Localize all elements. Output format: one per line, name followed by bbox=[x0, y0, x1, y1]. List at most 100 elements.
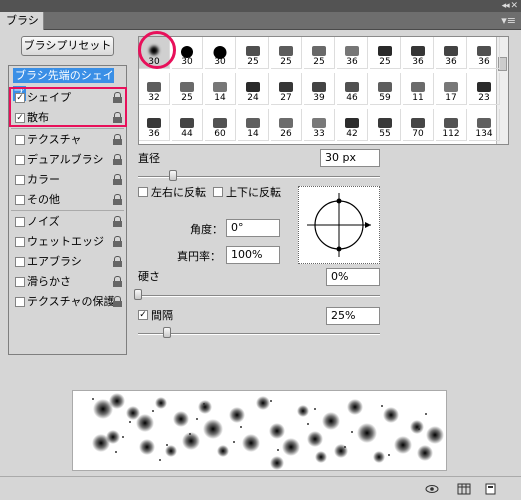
option-checkbox[interactable] bbox=[15, 237, 25, 247]
brush-tip-cell[interactable]: 25 bbox=[370, 37, 401, 69]
roundness-field[interactable]: 100% bbox=[226, 246, 280, 264]
brush-tip-cell[interactable]: 112 bbox=[436, 109, 467, 141]
scatter-speck bbox=[270, 400, 272, 402]
panel-menu-icon[interactable]: ▾≡ bbox=[501, 14, 516, 27]
lock-icon[interactable] bbox=[113, 256, 122, 267]
option-checkbox[interactable] bbox=[15, 297, 25, 307]
hardness-field[interactable]: 0% bbox=[326, 268, 380, 286]
brush-tip-cell[interactable]: 17 bbox=[436, 73, 467, 105]
brush-tip-cell[interactable]: 36 bbox=[139, 109, 170, 141]
diameter-field[interactable]: 30 px bbox=[320, 149, 380, 167]
brush-tip-cell[interactable]: 44 bbox=[172, 109, 203, 141]
brush-tip-cell[interactable]: 23 bbox=[469, 73, 500, 105]
brush-tip-cell[interactable]: 36 bbox=[403, 37, 434, 69]
brush-option-item[interactable]: エアブラシ bbox=[9, 252, 126, 272]
brush-tip-cell[interactable]: 36 bbox=[337, 37, 368, 69]
angle-label: 角度： bbox=[190, 223, 223, 236]
brush-tip-cell[interactable]: 60 bbox=[205, 109, 236, 141]
brush-option-item[interactable]: テクスチャの保護 bbox=[9, 292, 126, 312]
brush-option-item[interactable]: カラー bbox=[9, 170, 126, 190]
lock-icon[interactable] bbox=[113, 236, 122, 247]
brush-preset-button[interactable]: ブラシプリセット bbox=[21, 36, 114, 56]
option-checkbox[interactable] bbox=[15, 217, 25, 227]
brush-tip-cell[interactable]: 25 bbox=[271, 37, 302, 69]
flip-y-checkbox[interactable] bbox=[213, 187, 223, 197]
brush-tip-cell[interactable]: 36 bbox=[469, 37, 500, 69]
brush-tip-preview bbox=[246, 118, 260, 128]
lock-icon[interactable] bbox=[113, 216, 122, 227]
brush-size-label: 30 bbox=[181, 57, 193, 67]
brush-size-label: 36 bbox=[346, 57, 358, 67]
scatter-dab bbox=[269, 423, 285, 439]
brush-tip-shape-item[interactable]: ブラシ先端のシェイプ bbox=[9, 67, 126, 101]
angle-roundness-widget[interactable] bbox=[298, 186, 380, 264]
brush-tip-cell[interactable]: 30 bbox=[172, 37, 203, 69]
new-preset-icon[interactable] bbox=[484, 483, 498, 495]
diameter-slider-knob[interactable] bbox=[169, 170, 177, 181]
brush-tip-cell[interactable]: 24 bbox=[238, 73, 269, 105]
brush-tip-cell[interactable]: 14 bbox=[205, 73, 236, 105]
brush-size-label: 24 bbox=[247, 93, 259, 103]
option-checkbox[interactable] bbox=[15, 135, 25, 145]
brush-size-label: 27 bbox=[280, 93, 292, 103]
option-checkbox[interactable] bbox=[15, 155, 25, 165]
lock-icon[interactable] bbox=[113, 276, 122, 287]
collapse-close-icons[interactable]: ◂◂ ✕ bbox=[502, 0, 518, 12]
lock-icon[interactable] bbox=[113, 296, 122, 307]
option-checkbox[interactable] bbox=[15, 257, 25, 267]
brush-tip-cell[interactable]: 32 bbox=[139, 73, 170, 105]
brush-tip-cell[interactable]: 27 bbox=[271, 73, 302, 105]
brush-size-label: 26 bbox=[280, 129, 292, 139]
brush-tip-cell[interactable]: 42 bbox=[337, 109, 368, 141]
brush-option-item[interactable]: テクスチャ bbox=[9, 130, 126, 150]
brush-tip-cell[interactable]: 25 bbox=[238, 37, 269, 69]
brush-tip-cell[interactable]: 36 bbox=[436, 37, 467, 69]
brush-tip-preview bbox=[180, 118, 194, 128]
brush-tip-cell[interactable]: 39 bbox=[304, 73, 335, 105]
brush-option-item[interactable]: デュアルブラシ bbox=[9, 150, 126, 170]
flip-x-checkbox[interactable] bbox=[138, 187, 148, 197]
brush-option-item[interactable]: 滑らかさ bbox=[9, 272, 126, 292]
spacing-checkbox[interactable]: ✓ bbox=[138, 310, 148, 320]
brush-option-item[interactable]: ノイズ bbox=[9, 212, 126, 232]
brush-tip-cell[interactable]: 11 bbox=[403, 73, 434, 105]
spacing-field[interactable]: 25% bbox=[326, 307, 380, 325]
lock-icon[interactable] bbox=[113, 194, 122, 205]
brush-tip-cell[interactable]: 70 bbox=[403, 109, 434, 141]
option-checkbox[interactable] bbox=[15, 195, 25, 205]
flip-y-label: 上下に反転 bbox=[226, 186, 281, 199]
brush-tip-cell[interactable]: 134 bbox=[469, 109, 500, 141]
option-label: エアブラシ bbox=[27, 255, 82, 268]
brush-tip-cell[interactable]: 46 bbox=[337, 73, 368, 105]
brush-tip-cell[interactable]: 30 bbox=[205, 37, 236, 69]
brush-size-label: 36 bbox=[148, 129, 160, 139]
brush-tip-cell[interactable]: 25 bbox=[304, 37, 335, 69]
tab-brush[interactable]: ブラシ bbox=[0, 12, 44, 30]
brush-tip-preview bbox=[378, 46, 392, 56]
hardness-slider[interactable] bbox=[138, 295, 380, 297]
brush-tip-cell[interactable]: 55 bbox=[370, 109, 401, 141]
lock-icon[interactable] bbox=[113, 134, 122, 145]
brush-tip-cell[interactable]: 26 bbox=[271, 109, 302, 141]
brush-option-item[interactable]: ウェットエッジ bbox=[9, 232, 126, 252]
brush-tip-cell[interactable]: 14 bbox=[238, 109, 269, 141]
hardness-slider-knob[interactable] bbox=[134, 289, 142, 300]
option-checkbox[interactable] bbox=[15, 277, 25, 287]
eye-icon[interactable] bbox=[425, 483, 439, 495]
brush-size-label: 17 bbox=[445, 93, 457, 103]
spacing-slider[interactable] bbox=[138, 333, 380, 335]
scatter-dab bbox=[307, 431, 323, 447]
brush-option-item[interactable]: その他 bbox=[9, 190, 126, 210]
angle-field[interactable]: 0° bbox=[226, 219, 280, 237]
scatter-dab bbox=[229, 407, 245, 423]
scatter-dab bbox=[347, 399, 363, 415]
lock-icon[interactable] bbox=[113, 154, 122, 165]
scatter-speck bbox=[388, 454, 390, 456]
brush-tip-cell[interactable]: 25 bbox=[172, 73, 203, 105]
brush-tip-cell[interactable]: 33 bbox=[304, 109, 335, 141]
lock-icon[interactable] bbox=[113, 174, 122, 185]
brush-tip-cell[interactable]: 59 bbox=[370, 73, 401, 105]
grid-icon[interactable] bbox=[457, 483, 471, 495]
spacing-slider-knob[interactable] bbox=[163, 327, 171, 338]
option-checkbox[interactable] bbox=[15, 175, 25, 185]
